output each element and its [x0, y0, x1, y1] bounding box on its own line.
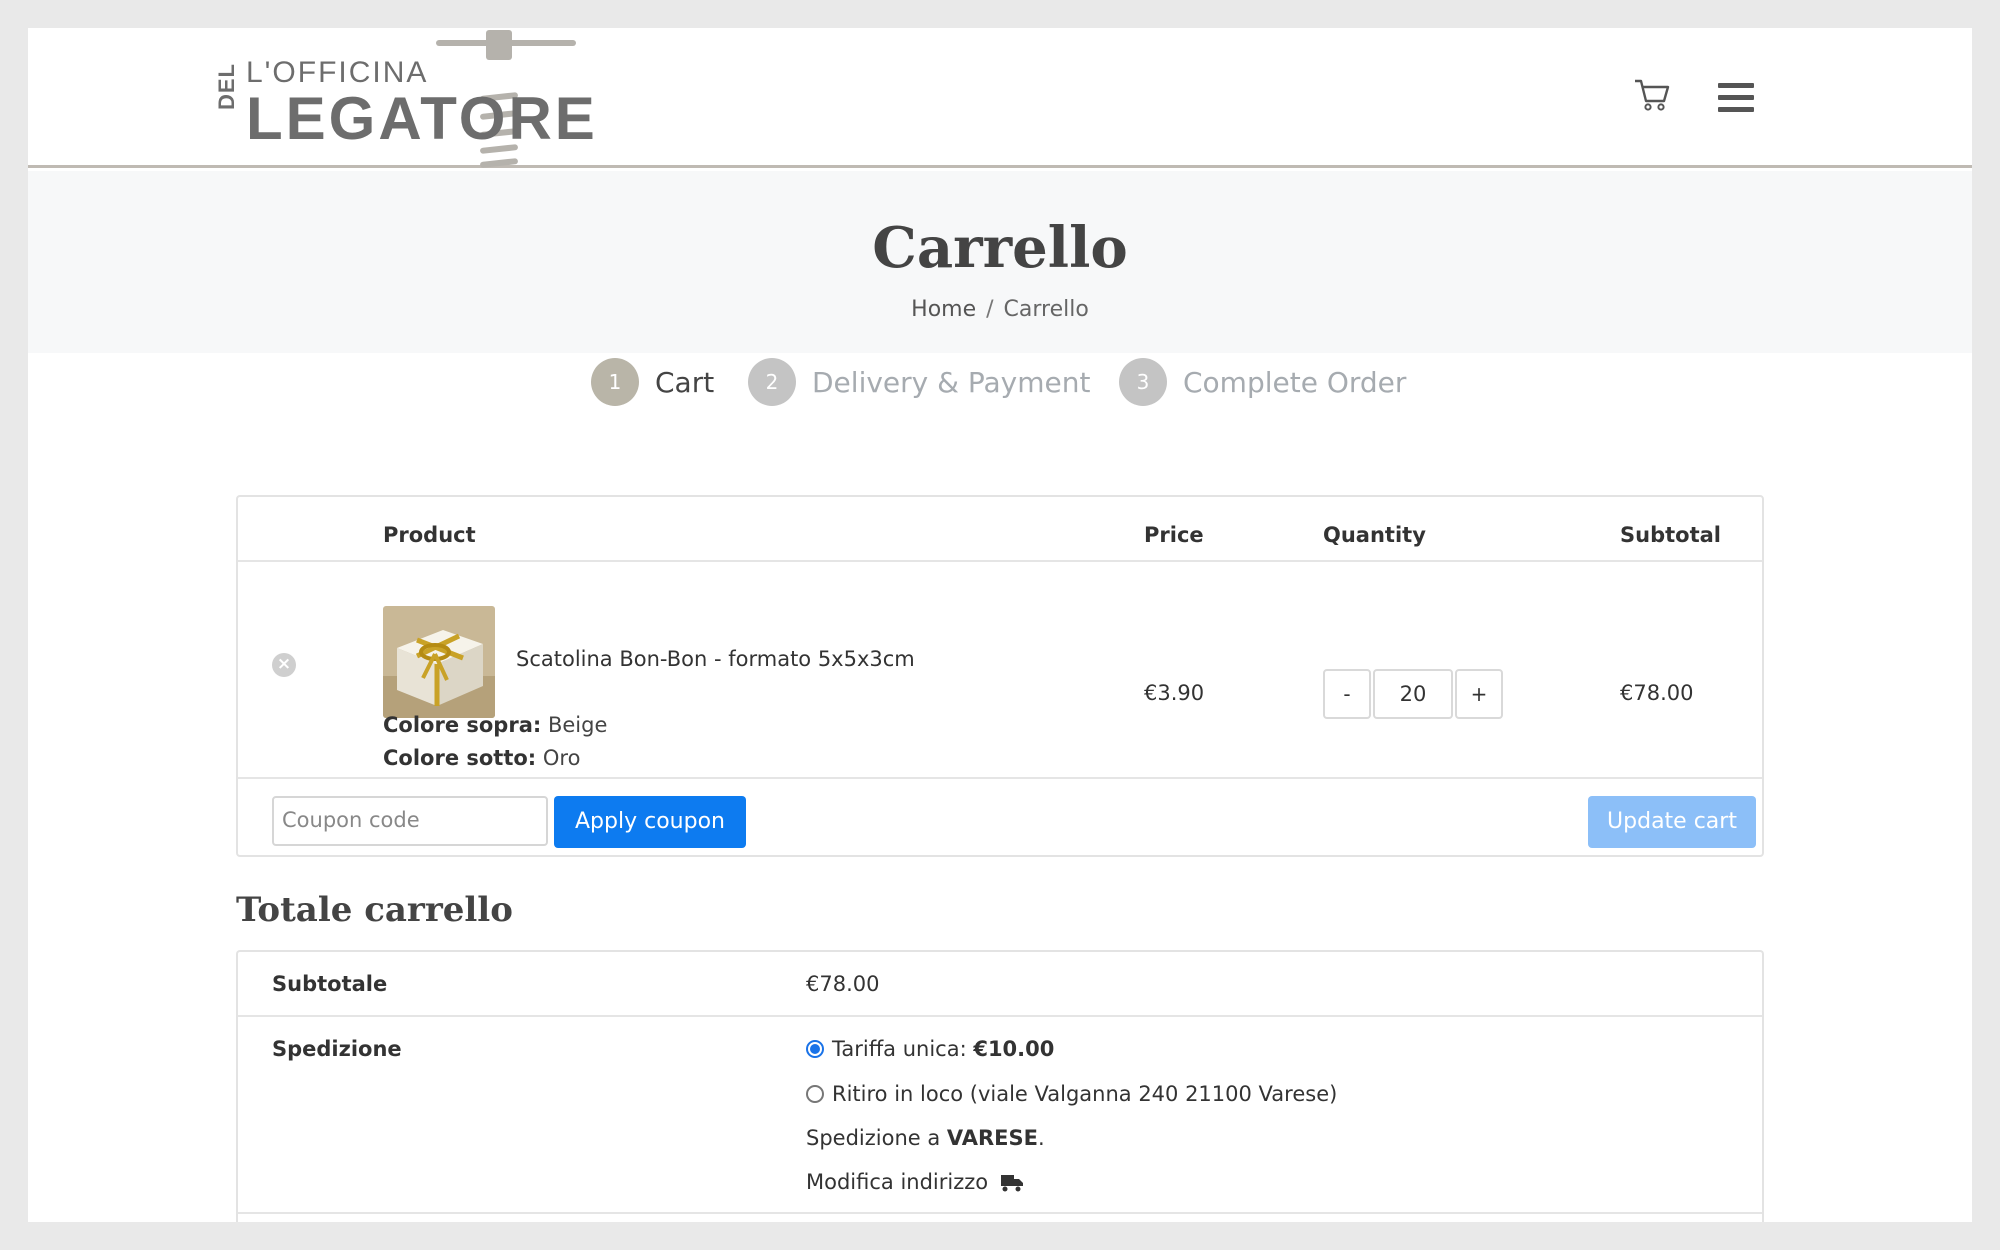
quantity-input[interactable]: 20 [1373, 669, 1453, 719]
shipping-label: Spedizione [272, 1037, 402, 1061]
quantity-decrease-button[interactable]: - [1323, 669, 1371, 719]
step-number: 2 [748, 358, 796, 406]
site-header: L'OFFICINA DEL LEGATORE [28, 28, 1972, 168]
quantity-increase-button[interactable]: + [1455, 669, 1503, 719]
attribute-key: Colore sotto: [383, 746, 537, 770]
shipping-destination-city: VARESE [946, 1126, 1038, 1150]
shipping-option-local-pickup[interactable]: Ritiro in loco (viale Valganna 240 21100… [832, 1082, 1337, 1106]
change-address-label: Modifica indirizzo [806, 1170, 989, 1194]
step-label: Cart [655, 366, 715, 399]
shipping-destination-suffix: . [1037, 1126, 1045, 1150]
remove-item-icon[interactable]: × [272, 653, 296, 677]
page: L'OFFICINA DEL LEGATORE Carrello Home / Ca… [28, 28, 1972, 1222]
apply-coupon-button[interactable]: Apply coupon [554, 796, 746, 848]
row-divider [238, 1212, 1762, 1214]
breadcrumb-home-link[interactable]: Home [911, 297, 976, 322]
row-divider [238, 560, 1762, 562]
page-title-band: Carrello Home / Carrello [28, 171, 1972, 353]
coupon-code-input[interactable]: Coupon code [272, 796, 548, 846]
column-header-price: Price [1144, 523, 1204, 547]
item-subtotal: €78.00 [1620, 681, 1694, 705]
site-logo[interactable]: L'OFFICINA DEL LEGATORE [214, 28, 595, 168]
attribute-value: Oro [542, 746, 581, 770]
step-number: 3 [1119, 358, 1167, 406]
shipping-destination: Spedizione a VARESE. [806, 1126, 1045, 1150]
subtotal-value: €78.00 [806, 972, 880, 996]
breadcrumb-separator: / [986, 297, 994, 322]
product-thumbnail[interactable] [383, 606, 495, 718]
subtotal-label: Subtotale [272, 972, 388, 996]
item-price: €3.90 [1144, 681, 1205, 705]
attribute-key: Colore sopra: [383, 713, 542, 737]
shipping-local-pickup-radio[interactable] [806, 1085, 824, 1103]
column-header-subtotal: Subtotal [1620, 523, 1721, 547]
hamburger-menu-icon[interactable] [1718, 83, 1754, 115]
product-attribute: Colore sotto: Oro [383, 746, 580, 770]
cart-totals-table: Subtotale €78.00 Spedizione Tariffa unic… [236, 950, 1764, 1222]
shipping-option-label: Tariffa unica: [832, 1037, 974, 1061]
step-label: Delivery & Payment [812, 366, 1091, 399]
breadcrumb: Home / Carrello [28, 297, 1972, 322]
product-attribute: Colore sopra: Beige [383, 713, 607, 737]
column-header-quantity: Quantity [1323, 523, 1426, 547]
step-number: 1 [591, 358, 639, 406]
update-cart-button[interactable]: Update cart [1588, 796, 1756, 848]
logo-text-vertical: DEL [214, 63, 239, 110]
cart-totals-title: Totale carrello [236, 890, 513, 930]
breadcrumb-current: Carrello [1003, 297, 1089, 322]
shipping-flat-rate-radio[interactable] [806, 1040, 824, 1058]
shipping-destination-prefix: Spedizione a [806, 1126, 947, 1150]
page-title: Carrello [872, 215, 1128, 281]
column-header-product: Product [383, 523, 476, 547]
truck-icon [1000, 1173, 1024, 1193]
logo-text-main: LEGATORE [246, 85, 598, 152]
cart-icon[interactable] [1632, 74, 1672, 114]
change-address-link[interactable]: Modifica indirizzo [806, 1170, 1024, 1194]
step-label: Complete Order [1183, 366, 1407, 399]
product-name-link[interactable]: Scatolina Bon-Bon - formato 5x5x3cm [516, 647, 915, 671]
row-divider [238, 777, 1762, 779]
row-divider [238, 1015, 1762, 1017]
shipping-option-flat-rate[interactable]: Tariffa unica: €10.00 [832, 1037, 1054, 1061]
attribute-value: Beige [547, 713, 608, 737]
shipping-option-amount: €10.00 [973, 1037, 1055, 1061]
cart-table: Product Price Quantity Subtotal × Scatol… [236, 495, 1764, 857]
